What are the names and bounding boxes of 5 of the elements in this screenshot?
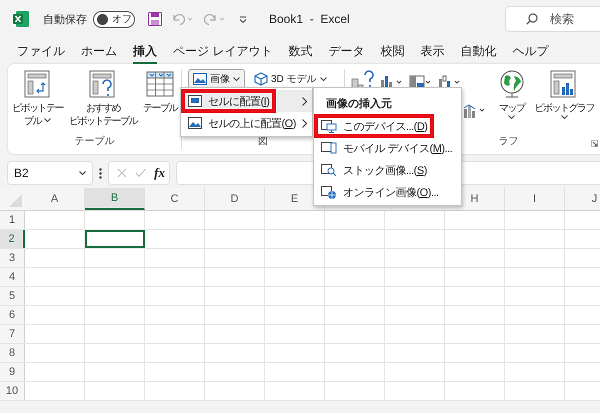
group-label: ラフ	[498, 135, 518, 149]
window-title: Book1 - Excel	[269, 12, 350, 26]
menu-heading: 画像の挿入元	[325, 96, 393, 112]
autosave-label: 自動保存	[43, 12, 87, 26]
group-label: テーブル	[74, 135, 114, 149]
